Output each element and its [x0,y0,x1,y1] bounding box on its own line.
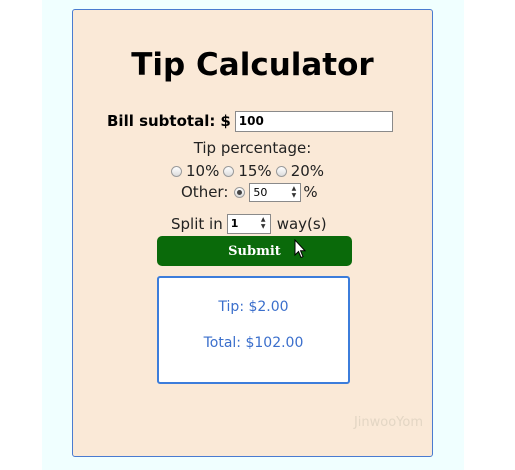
bill-row: Bill subtotal: $ [107,110,393,132]
bill-subtotal-input[interactable] [234,110,393,132]
split-value: 1 [230,217,239,230]
other-tip-stepper[interactable]: 50 ▲ ▼ [249,182,302,202]
split-stepper[interactable]: 1 ▲ ▼ [226,213,271,234]
tip-option-20[interactable]: 20% [275,162,325,180]
split-label: Split in [171,214,223,233]
radio-10-icon[interactable] [171,165,182,177]
watermark: JinwooYom [353,415,423,430]
tip-option-15-label: 15% [238,162,272,180]
total-result: Total: $102.00 [203,335,304,351]
tip-result: Tip: $2.00 [218,299,289,315]
tip-option-10-label: 10% [186,162,220,180]
radio-other-icon[interactable] [234,186,246,198]
radio-20-icon[interactable] [275,165,287,177]
currency-symbol: $ [220,112,231,130]
other-label: Other: [181,183,229,201]
split-suffix: way(s) [276,214,327,233]
result-box: Tip: $2.00 Total: $102.00 [157,276,350,384]
split-row: Split in 1 ▲ ▼ way(s) [171,213,327,234]
radio-15-icon[interactable] [223,165,235,177]
bill-label: Bill subtotal: [107,112,216,130]
submit-button[interactable]: Submit [157,236,352,266]
tip-percentage-label: Tip percentage: [193,139,312,157]
calculator-card: Tip Calculator Bill subtotal: $ Tip perc… [72,9,433,457]
other-tip-row: Other: 50 ▲ ▼ % [181,182,318,202]
spinner-arrows-icon[interactable]: ▲ ▼ [259,216,268,231]
tip-options-row: 10% 15% 20% [171,162,328,180]
percent-suffix: % [303,183,318,201]
tip-option-15[interactable]: 15% [223,162,272,180]
tip-option-20-label: 20% [290,162,325,180]
tip-option-10[interactable]: 10% [171,162,219,180]
spinner-arrows-icon[interactable]: ▲ ▼ [289,185,298,200]
page-title: Tip Calculator [131,47,374,83]
other-tip-value: 50 [253,185,268,199]
mouse-cursor-icon [294,239,306,259]
